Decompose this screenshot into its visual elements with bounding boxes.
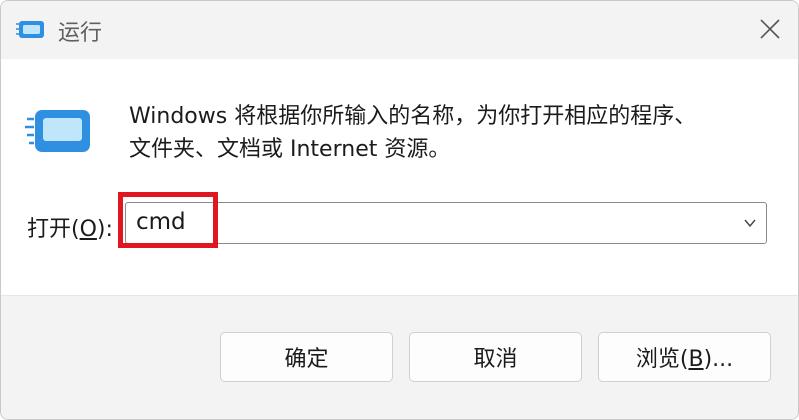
description-line-2: 文件夹、文档或 Internet 资源。 — [129, 137, 451, 162]
browse-button[interactable]: 浏览(B)... — [598, 332, 771, 382]
browse-button-label: 浏览(B)... — [636, 341, 733, 373]
open-label-prefix: 打开( — [27, 217, 80, 242]
description-line-1: Windows 将根据你所输入的名称，为你打开相应的程序、 — [129, 104, 697, 129]
browse-suffix: )... — [703, 347, 734, 372]
description-text: Windows 将根据你所输入的名称，为你打开相应的程序、 文件夹、文档或 In… — [129, 100, 769, 166]
open-label-accel: O — [79, 217, 97, 242]
title-bar: 运行 — [1, 1, 798, 59]
open-input[interactable]: cmd — [136, 209, 186, 235]
run-app-icon — [16, 21, 44, 38]
dialog-body: Windows 将根据你所输入的名称，为你打开相应的程序、 文件夹、文档或 In… — [1, 59, 798, 295]
run-app-icon — [25, 110, 90, 152]
browse-prefix: 浏览( — [635, 347, 689, 372]
open-combobox[interactable]: cmd — [125, 202, 767, 244]
open-label-suffix: ): — [96, 217, 113, 242]
open-label: 打开(O): — [27, 211, 113, 243]
ok-button[interactable]: 确定 — [220, 332, 393, 382]
browse-accel: B — [688, 347, 704, 372]
run-dialog: 运行 Windows 将根据你所输入的名称，为你打开相应的程序、 文件夹、文档或… — [0, 0, 799, 420]
cancel-button-label: 取消 — [473, 347, 518, 372]
window-title: 运行 — [58, 21, 103, 46]
button-bar: 确定 取消 浏览(B)... — [1, 295, 798, 419]
cancel-button[interactable]: 取消 — [409, 332, 582, 382]
chevron-down-icon[interactable] — [742, 215, 758, 231]
ok-button-label: 确定 — [284, 347, 329, 372]
close-icon[interactable] — [756, 15, 784, 43]
